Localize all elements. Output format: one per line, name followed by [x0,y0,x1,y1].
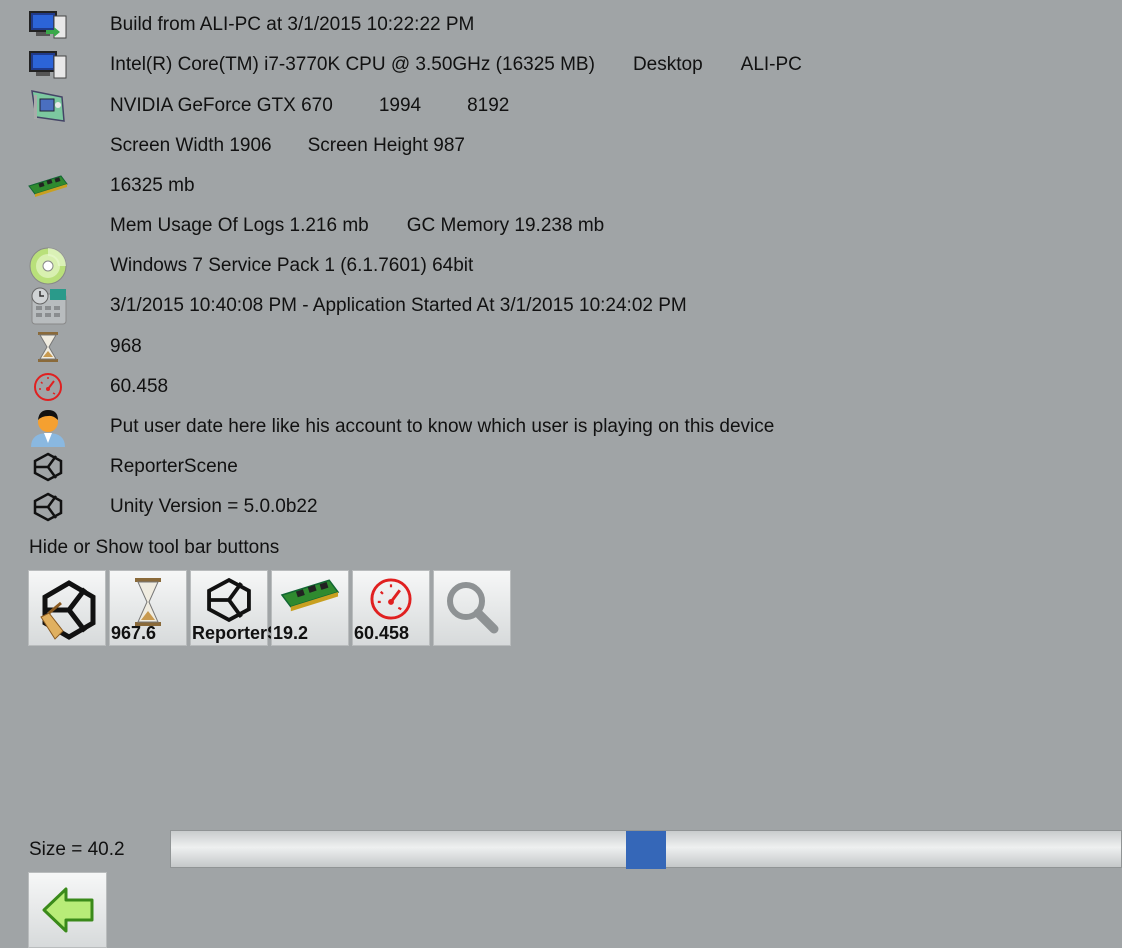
screen-width-text: Screen Width 1906 [110,135,272,156]
ram-text: 16325 mb [110,175,195,196]
gpu-memory-text: 8192 [467,95,510,116]
computer-icon [26,5,70,45]
toolbar: 967.6 ReporterScene 19.2 60.458 [28,570,514,648]
toolbar-button-memory[interactable]: 19.2 [271,570,349,646]
time-text: 3/1/2015 10:40:08 PM - Application Start… [110,295,687,316]
unity-icon [26,487,70,527]
back-button[interactable] [28,872,107,948]
clock-calculator-icon [26,286,70,326]
fps-value: 60.458 [354,623,410,643]
user-data-text: Put user date here like his account to k… [110,416,775,437]
frame-count-row: 968 [0,327,1122,367]
cpu-text: Intel(R) Core(TM) i7-3770K CPU @ 3.50GHz… [110,54,595,75]
search-icon [447,582,499,634]
fps-row: 60.458 [0,367,1122,407]
screen-height-text: Screen Height 987 [307,135,465,156]
toolbar-button-fps[interactable]: 60.458 [352,570,430,646]
unity-clear-icon [40,580,96,640]
unity-icon [26,447,70,487]
memory-chip-icon [26,166,70,206]
os-row: Windows 7 Service Pack 1 (6.1.7601) 64bi… [0,246,1122,286]
ram-row: 16325 mb [0,166,1122,206]
memory-row: Mem Usage Of Logs 1.216 mb GC Memory 19.2… [0,206,1122,246]
memory-chip-icon [280,579,340,612]
scene-value: ReporterScene [192,623,272,643]
disc-icon [26,246,70,286]
frame-count-text: 968 [110,336,142,357]
graphics-card-icon [26,86,70,126]
fps-text: 60.458 [110,376,169,397]
gpu-id-text: 1994 [378,95,422,116]
memory-value: 19.2 [273,623,309,643]
scene-row: ReporterScene [0,447,1122,487]
size-slider-thumb[interactable] [626,831,666,869]
gpu-name-text: NVIDIA GeForce GTX 670 [110,95,333,116]
log-memory-text: Mem Usage Of Logs 1.216 mb [110,215,369,236]
system-row: Intel(R) Core(TM) i7-3770K CPU @ 3.50GHz… [0,45,1122,85]
hourglass-icon [26,327,70,367]
frames-value: 967.6 [111,623,157,643]
unity-version-row: Unity Version = 5.0.0b22 [0,487,1122,527]
device-type-text: Desktop [632,54,703,75]
os-text: Windows 7 Service Pack 1 (6.1.7601) 64bi… [110,255,474,276]
screen-row: Screen Width 1906 Screen Height 987 [0,126,1122,166]
scene-text: ReporterScene [110,456,238,477]
time-row: 3/1/2015 10:40:08 PM - Application Start… [0,286,1122,326]
user-icon [26,407,70,447]
gc-memory-text: GC Memory 19.238 mb [406,215,605,236]
user-row: Put user date here like his account to k… [0,407,1122,447]
build-row: Build from ALI-PC at 3/1/2015 10:22:22 P… [0,5,1122,45]
gpu-row: NVIDIA GeForce GTX 670 1994 8192 [0,86,1122,126]
hourglass-icon [135,578,161,626]
toolbar-button-frames[interactable]: 967.6 [109,570,187,646]
size-label: Size = 40.2 [29,839,125,860]
speedometer-icon [370,578,412,620]
unity-icon [207,577,251,623]
toolbar-button-search[interactable] [433,570,511,646]
build-text: Build from ALI-PC at 3/1/2015 10:22:22 P… [110,14,475,35]
back-arrow-icon [42,887,94,933]
size-slider[interactable] [170,830,1122,869]
unity-version-text: Unity Version = 5.0.0b22 [110,496,318,517]
toolbar-hint: Hide or Show tool bar buttons [29,537,280,558]
computer-icon [26,45,70,85]
speedometer-icon [26,367,70,407]
toolbar-button-clear[interactable] [28,570,106,646]
toolbar-button-scene[interactable]: ReporterScene [190,570,272,646]
device-name-text: ALI-PC [740,54,802,75]
